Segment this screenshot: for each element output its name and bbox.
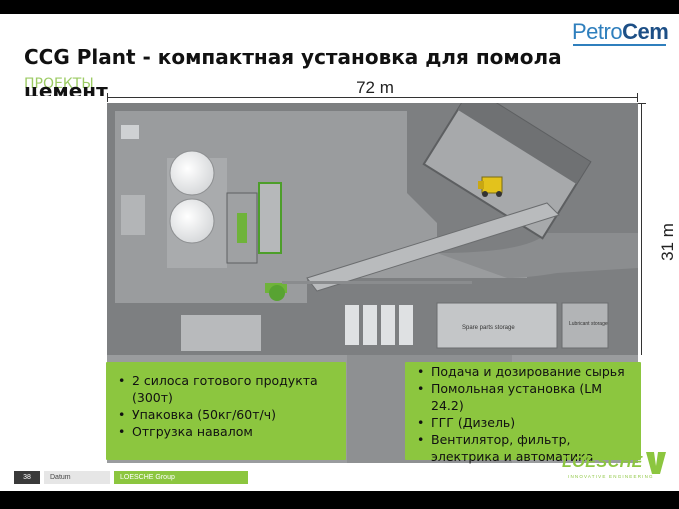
loesche-tagline: INNOVATIVE ENGINEERING bbox=[568, 474, 654, 479]
list-item-text: ГГГ (Дизель) bbox=[431, 415, 516, 430]
container-1 bbox=[345, 305, 359, 345]
loesche-logo-text: LOESCHE bbox=[562, 454, 643, 471]
bullet-icon: • bbox=[118, 407, 126, 422]
list-item-text: Подача и дозирование сырья bbox=[431, 364, 625, 379]
list-item: • Помольная установка (LM 24.2) bbox=[415, 380, 633, 414]
list-item-text: 2 силоса готового продукта (300т) bbox=[132, 373, 318, 405]
list-item: • Подача и дозирование сырья bbox=[415, 363, 633, 380]
list-item: • ГГГ (Дизель) bbox=[415, 414, 633, 431]
bottom-black-bar bbox=[0, 491, 679, 509]
lubricant-label: Lubricant storage bbox=[569, 321, 608, 327]
left-tank-1 bbox=[121, 125, 139, 139]
top-black-bar bbox=[0, 0, 679, 14]
list-item: • Упаковка (50кг/60т/ч) bbox=[116, 406, 338, 423]
loesche-logo: LOESCHE INNOVATIVE ENGINEERING bbox=[560, 450, 670, 486]
mill-building bbox=[258, 182, 282, 254]
list-item: • Отгрузка навалом bbox=[116, 423, 338, 440]
green-ducting bbox=[237, 213, 247, 243]
container-4 bbox=[399, 305, 413, 345]
list-item-text: Отгрузка навалом bbox=[132, 424, 253, 439]
bullet-icon: • bbox=[417, 415, 425, 430]
logo-text-cem: Cem bbox=[622, 19, 669, 44]
logo-text-petro: Petro bbox=[572, 19, 623, 44]
slide-title-continuation: цемент bbox=[24, 79, 108, 96]
left-info-list: • 2 силоса готового продукта (300т) • Упак… bbox=[116, 372, 338, 440]
container-3 bbox=[381, 305, 395, 345]
footer-datum: Datum bbox=[44, 471, 110, 484]
list-item-text: Упаковка (50кг/60т/ч) bbox=[132, 407, 276, 422]
silo-1 bbox=[169, 150, 215, 196]
list-item-text: Помольная установка (LM 24.2) bbox=[431, 381, 603, 413]
slide: PetroCem ССG Plant - компактная установк… bbox=[0, 0, 679, 509]
height-dimension-tick-top bbox=[637, 103, 646, 104]
height-dimension-label: 31 m bbox=[658, 223, 677, 261]
bullet-icon: • bbox=[118, 373, 126, 388]
slide-title: ССG Plant - компактная установка для пом… bbox=[24, 45, 562, 69]
mill-unit bbox=[269, 285, 285, 301]
width-dimension-tick-right bbox=[637, 93, 638, 102]
silo-2 bbox=[169, 198, 215, 244]
width-dimension-line bbox=[107, 97, 638, 98]
pipe-rack bbox=[282, 281, 472, 284]
parking-lot bbox=[181, 315, 261, 351]
container-2 bbox=[363, 305, 377, 345]
width-dimension-tick-left bbox=[107, 93, 108, 102]
plant-site-plan: Spare parts storage Lubricant storage bbox=[107, 103, 638, 355]
left-building bbox=[121, 195, 145, 235]
bullet-icon: • bbox=[417, 381, 425, 396]
height-dimension-label-wrap: 31 m bbox=[650, 210, 679, 270]
left-info-box: • 2 силоса готового продукта (300т) • Упак… bbox=[106, 362, 346, 460]
petrocem-logo: PetroCem bbox=[572, 18, 669, 46]
bullet-icon: • bbox=[417, 364, 425, 379]
spare-parts-label: Spare parts storage bbox=[462, 325, 515, 331]
bullet-icon: • bbox=[417, 432, 425, 447]
footer-group: LOESCHE Group bbox=[114, 471, 248, 484]
width-dimension-label: 72 m bbox=[356, 78, 394, 97]
page-number: 38 bbox=[14, 471, 40, 484]
loesche-mark-icon bbox=[646, 452, 666, 474]
bullet-icon: • bbox=[118, 424, 126, 439]
height-dimension-line bbox=[641, 103, 642, 355]
list-item: • 2 силоса готового продукта (300т) bbox=[116, 372, 338, 406]
right-info-box: • Подача и дозирование сырья • Помольная у… bbox=[405, 362, 641, 464]
